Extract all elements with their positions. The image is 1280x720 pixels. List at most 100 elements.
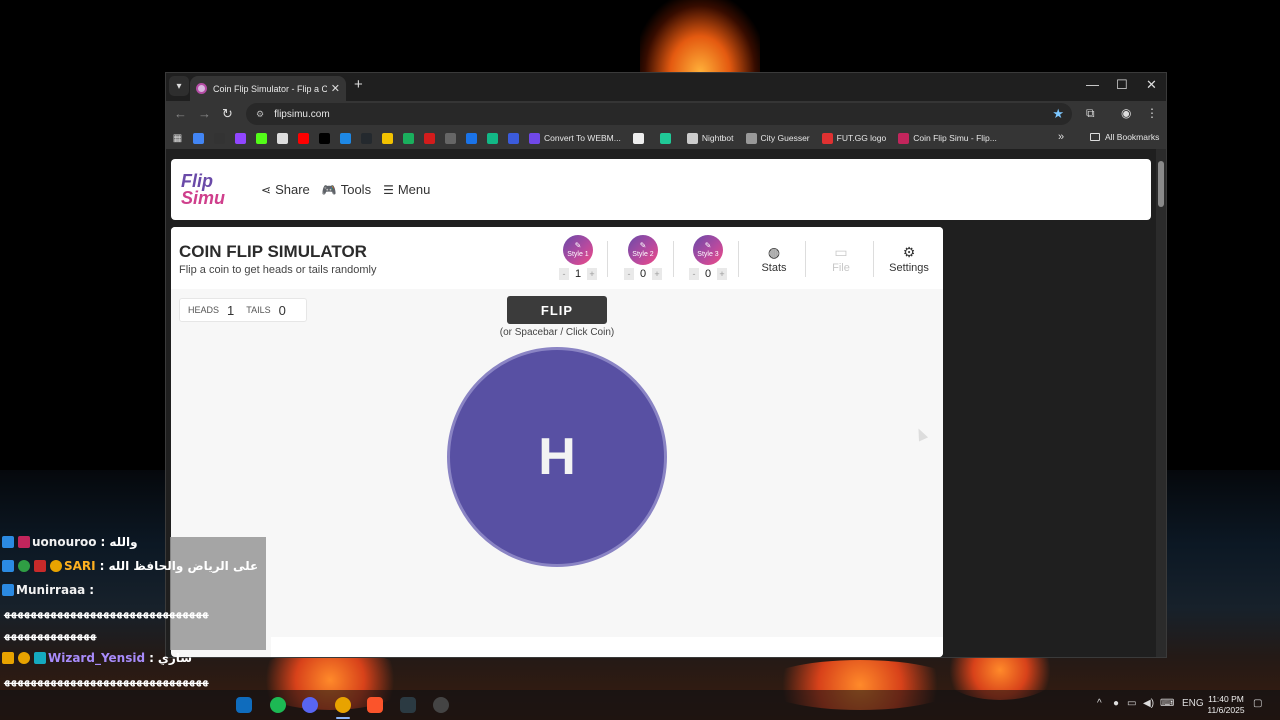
network-icon[interactable]: ▭ — [1127, 698, 1136, 709]
play-icon[interactable] — [466, 132, 477, 144]
heads-label: HEADS — [188, 305, 220, 315]
more-bookmarks-icon[interactable]: » — [1058, 131, 1064, 143]
globe-icon — [745, 132, 757, 144]
style-1-group: ✎ Style 1 - 1 + — [559, 235, 597, 280]
bookmark-item[interactable]: Convert To WEBM... — [529, 132, 621, 144]
decrement-button[interactable]: - — [559, 268, 569, 280]
style-2-button[interactable]: ✎ Style 2 — [628, 235, 658, 265]
bookmark-item[interactable] — [659, 132, 675, 144]
s-icon[interactable] — [487, 132, 498, 144]
tab-active[interactable]: Coin Flip Simulator - Flip a Coin ✕ — [190, 76, 346, 101]
address-bar[interactable]: ⚙ flipsimu.com ★ — [246, 103, 1072, 125]
brave-icon[interactable] — [367, 697, 383, 713]
close-window-button[interactable]: ✕ — [1146, 77, 1157, 93]
decrement-button[interactable]: - — [689, 268, 699, 280]
discord-icon[interactable] — [302, 697, 318, 713]
clock-time: 11:40 PM — [1208, 694, 1244, 704]
tab-close-icon[interactable]: ✕ — [331, 82, 340, 95]
tools-button[interactable]: 🎮 Tools — [322, 182, 371, 197]
bookmark-item[interactable]: FUT.GG logo — [821, 132, 886, 144]
terminal-icon[interactable] — [400, 697, 416, 713]
chat-username: Munirraaa — [16, 583, 86, 597]
stats-button[interactable]: ◍ Stats — [747, 245, 801, 274]
reload-button[interactable]: ↻ — [222, 106, 233, 122]
notifications-icon[interactable]: ▢ — [1253, 698, 1262, 709]
new-tab-button[interactable]: + — [354, 76, 363, 93]
active-app-indicator — [336, 717, 350, 719]
taskbar-clock[interactable]: 11:40 PM 11/6/2025 — [1200, 694, 1252, 716]
menu-button[interactable]: ☰ Menu — [383, 182, 430, 197]
browser-menu-icon[interactable]: ⋮ — [1146, 106, 1158, 120]
bookmark-item[interactable] — [632, 132, 648, 144]
chat-message: Munirraaa : — [0, 578, 270, 602]
logo-line2: Simu — [181, 187, 226, 208]
tails-count: 0 — [278, 302, 286, 318]
decrement-button[interactable]: - — [624, 268, 634, 280]
red-icon[interactable] — [424, 132, 435, 144]
twitch-icon[interactable] — [235, 132, 246, 144]
style-2-stepper: - 0 + — [624, 268, 662, 280]
kick-icon[interactable] — [256, 132, 267, 144]
keyboard-icon[interactable]: ⌨ — [1160, 698, 1174, 709]
bookmark-item[interactable]: Coin Flip Simu - Flip... — [898, 132, 997, 144]
google-icon[interactable] — [193, 132, 204, 144]
r-icon[interactable] — [508, 132, 519, 144]
paypal-icon[interactable] — [340, 132, 351, 144]
divider — [673, 241, 674, 277]
all-bookmarks-button[interactable]: All Bookmarks — [1090, 132, 1159, 142]
p-icon[interactable] — [214, 132, 225, 144]
flipsimu-favicon-icon — [196, 83, 207, 94]
apps-grid-icon[interactable]: ▦ — [172, 133, 183, 144]
obs-icon[interactable] — [433, 697, 449, 713]
page-scrollbar[interactable] — [1156, 149, 1166, 657]
maximize-button[interactable]: ☐ — [1116, 77, 1128, 93]
tray-overflow-icon[interactable]: ^ — [1097, 698, 1102, 709]
logo-line1: Flip — [181, 170, 213, 191]
youtube-icon[interactable] — [298, 132, 309, 144]
github-icon[interactable] — [361, 132, 372, 144]
flipsimu-logo[interactable]: Flip Simu — [181, 170, 247, 208]
scrollbar-thumb[interactable] — [1158, 161, 1164, 207]
green-icon[interactable] — [403, 132, 414, 144]
diamond-icon[interactable] — [277, 132, 288, 144]
forward-button[interactable]: → — [198, 106, 211, 121]
scoreboard: HEADS 1 TAILS 0 — [179, 298, 307, 322]
site-info-icon[interactable]: ⚙ — [256, 109, 264, 120]
tab-search-button[interactable]: ▾ — [169, 76, 189, 96]
file-button[interactable]: ▭ File — [814, 245, 868, 274]
increment-button[interactable]: + — [652, 268, 662, 280]
sub-badge-icon — [34, 652, 46, 664]
chat-message: SARI : على الرياض والحافظ الله — [0, 554, 270, 578]
increment-button[interactable]: + — [717, 268, 727, 280]
style-3-button[interactable]: ✎ Style 3 — [693, 235, 723, 265]
taskbar: ^ ● ▭ ◀) ⌨ ENG ▢ — [0, 690, 1280, 720]
settings-button[interactable]: ⚙ Settings — [882, 245, 936, 274]
bookmark-star-icon[interactable]: ★ — [1052, 106, 1064, 122]
chrome-icon[interactable] — [335, 697, 351, 713]
minimize-button[interactable]: — — [1086, 77, 1099, 92]
x-icon[interactable] — [319, 132, 330, 144]
style-1-label: Style 1 — [567, 250, 589, 258]
tv-icon[interactable] — [445, 132, 456, 144]
flip-button[interactable]: FLIP — [507, 296, 607, 324]
profile-icon[interactable]: ◉ — [1121, 106, 1131, 120]
style-1-button[interactable]: ✎ Style 1 — [563, 235, 593, 265]
yellow-icon[interactable] — [382, 132, 393, 144]
style-1-count: 1 — [574, 268, 582, 280]
bookmark-item[interactable]: City Guesser — [745, 132, 810, 144]
microphone-icon[interactable]: ● — [1113, 698, 1119, 709]
gear-icon: ⚙ — [902, 244, 916, 260]
globe-icon: ◍ — [767, 244, 781, 260]
bookmark-item[interactable]: Nightbot — [686, 132, 734, 144]
coin[interactable]: H — [447, 347, 667, 567]
chat-text: والله — [109, 535, 138, 549]
browser-window: ▾ Coin Flip Simulator - Flip a Coin ✕ + … — [165, 72, 1167, 658]
outlook-icon[interactable] — [236, 697, 252, 713]
bookmark-label: Nightbot — [701, 133, 734, 143]
volume-icon[interactable]: ◀) — [1143, 698, 1154, 709]
increment-button[interactable]: + — [587, 268, 597, 280]
extensions-icon[interactable]: ⧉ — [1086, 106, 1095, 121]
spotify-icon[interactable] — [270, 697, 286, 713]
share-button[interactable]: ⋖ Share — [261, 182, 310, 197]
back-button[interactable]: ← — [174, 106, 187, 121]
